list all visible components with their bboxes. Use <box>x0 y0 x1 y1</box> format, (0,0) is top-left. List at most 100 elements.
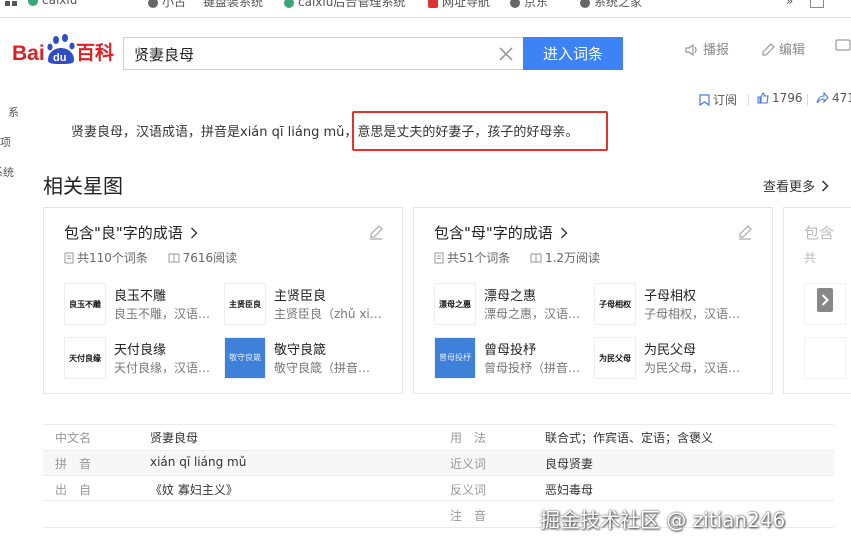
idiom-thumbnail: 主贤臣良 <box>224 283 266 325</box>
section-title: 相关星图 <box>43 174 123 198</box>
book-icon <box>530 253 542 263</box>
left-sidebar-clipped: 系 项 系统 <box>0 90 19 190</box>
card-meta: 共51个词条 1.2万阅读 <box>434 249 600 266</box>
bookmark-icon <box>699 94 710 107</box>
info-value: 贤妻良母 <box>150 431 199 445</box>
document-icon <box>64 252 74 264</box>
idiom-name[interactable]: 子母相权 <box>644 285 696 304</box>
view-more-link[interactable]: 查看更多 <box>763 176 829 195</box>
idiom-desc: 曾母投杼（拼音：zēng mǔ） <box>484 361 592 375</box>
card-meta: 共110个词条 7616阅读 <box>64 249 237 266</box>
idiom-name[interactable]: 良玉不雕 <box>114 285 166 304</box>
idiom-thumbnail: 子母相权 <box>594 283 636 325</box>
idiom-desc: 子母相权，汉语成语，拼音是 <box>644 307 752 321</box>
idiom-name[interactable]: 天付良缘 <box>114 339 166 358</box>
chevron-right-icon <box>190 227 198 239</box>
card-title[interactable]: 包含"母"字的成语 <box>434 222 568 243</box>
related-card[interactable]: 包含"良"字的成语 共110个词条 7616阅读 良玉不雕 良玉不雕 良玉不雕，… <box>43 207 403 394</box>
pencil-icon[interactable] <box>368 224 384 244</box>
speaker-icon <box>685 43 697 57</box>
idiom-desc: 天付良缘，汉语成语，拼音是 <box>114 361 222 375</box>
info-value[interactable]: 良母贤妻 <box>545 455 593 472</box>
idiom-item[interactable]: 良玉不雕 良玉不雕 良玉不雕，汉语成语，拼音是 <box>64 283 224 325</box>
info-label: 反义词 <box>450 483 487 497</box>
info-value[interactable]: 《妏 寡妇主义》 <box>150 481 238 498</box>
sidebar-text[interactable]: 系统 <box>0 158 14 188</box>
idiom-desc: 漂母之惠，汉语成语，拼音是 <box>484 307 592 321</box>
bookmark-item[interactable]: 网址导航 <box>428 0 490 10</box>
idiom-item[interactable]: 曾母投杼 曾母投杼 曾母投杼（拼音：zēng mǔ） <box>434 337 594 379</box>
idiom-item[interactable]: 为民父母 为民父母 为民父母，汉语成语，拼音是 <box>594 337 754 379</box>
bookmark-item[interactable]: caixiu后台管理系统 <box>284 0 405 10</box>
carousel-next-button[interactable] <box>817 288 833 312</box>
comment-icon[interactable] <box>835 39 851 54</box>
share-icon <box>816 91 829 104</box>
idiom-name[interactable]: 敬守良箴 <box>274 339 326 358</box>
subscribe-button[interactable]: 订阅 <box>699 91 737 108</box>
idiom-item[interactable]: 主贤臣良 主贤臣良 主贤臣良（zhǔ xián chén liáng） <box>224 283 384 325</box>
bookmark-item[interactable]: 小古 <box>148 0 186 10</box>
divider <box>43 424 834 425</box>
more-bookmarks-icon[interactable]: » <box>786 0 793 8</box>
info-label: 注 音 <box>450 509 487 523</box>
svg-text:百科: 百科 <box>76 41 114 64</box>
divider <box>43 450 834 451</box>
info-label: 用 法 <box>450 431 487 445</box>
folder-icon[interactable] <box>810 0 824 8</box>
idiom-item[interactable]: 子母相权 子母相权 子母相权，汉语成语，拼音是 <box>594 283 754 325</box>
svg-text:Bai: Bai <box>12 42 45 65</box>
related-card[interactable]: 包含"母"字的成语 共51个词条 1.2万阅读 漂母之惠 漂母之惠 漂母之惠，汉… <box>413 207 773 394</box>
watermark-text: 掘金技术社区 @ zitian246 <box>540 508 786 532</box>
baidu-baike-logo[interactable]: Bai du 百科 <box>12 32 122 66</box>
summary-text: 贤妻良母，汉语成语，拼音是xián qī liáng mǔ， <box>71 125 358 140</box>
pencil-icon[interactable] <box>737 224 753 244</box>
apps-icon[interactable] <box>4 0 18 10</box>
info-value[interactable]: 恶妇毒母 <box>545 481 593 498</box>
divider <box>43 500 834 501</box>
document-icon <box>434 252 444 264</box>
idiom-name[interactable]: 曾母投杼 <box>484 339 536 358</box>
idiom-item[interactable]: 天付良缘 天付良缘 天付良缘，汉语成语，拼音是 <box>64 337 224 379</box>
card-title[interactable]: 包含 <box>804 222 834 243</box>
idiom-name[interactable]: 为民父母 <box>644 339 696 358</box>
search-box <box>123 37 524 70</box>
share-button[interactable]: 471 <box>816 91 851 105</box>
idiom-thumbnail: 敬守良箴 <box>224 337 266 379</box>
idiom-desc: 为民父母，汉语成语，拼音是 <box>644 361 752 375</box>
like-button[interactable]: 1796 <box>757 91 803 105</box>
svg-text:du: du <box>53 52 66 64</box>
edit-entry-button[interactable]: 编辑 <box>760 39 805 58</box>
thumbs-up-icon <box>757 92 769 104</box>
idiom-item[interactable]: 漂母之惠 漂母之惠 漂母之惠，汉语成语，拼音是 <box>434 283 594 325</box>
bookmark-item[interactable]: 京东 <box>510 0 548 10</box>
idiom-desc: 敬守良箴（拼音：jìng shǒu） <box>274 361 382 375</box>
idiom-desc: 良玉不雕，汉语成语，拼音是 <box>114 307 222 321</box>
info-value: xián qī liáng mǔ <box>150 455 247 469</box>
idiom-item[interactable]: 敬守良箴 敬守良箴 敬守良箴（拼音：jìng shǒu） <box>224 337 384 379</box>
idiom-thumbnail: 为民父母 <box>594 337 636 379</box>
divider <box>807 94 808 106</box>
play-audio-button[interactable]: 播报 <box>684 39 729 58</box>
idiom-thumbnail: 曾母投杼 <box>434 337 476 379</box>
bookmark-item[interactable]: caixiu <box>28 0 77 7</box>
idiom-name[interactable]: 主贤臣良 <box>274 285 326 304</box>
sidebar-text[interactable]: 项 <box>0 128 11 158</box>
card-title[interactable]: 包含"良"字的成语 <box>64 222 198 243</box>
clear-icon[interactable] <box>496 44 516 64</box>
pencil-icon <box>762 43 775 56</box>
enter-entry-button[interactable]: 进入词条 <box>523 37 623 70</box>
idiom-thumbnail: 良玉不雕 <box>64 283 106 325</box>
chevron-right-icon <box>822 180 829 192</box>
book-icon <box>168 253 180 263</box>
bookmark-item[interactable]: 系统之家 <box>580 0 642 10</box>
sidebar-text[interactable]: 系 <box>8 98 19 128</box>
search-input[interactable] <box>134 44 494 64</box>
chevron-right-icon <box>560 227 568 239</box>
idiom-name[interactable]: 漂母之惠 <box>484 285 536 304</box>
info-value: 联合式；作宾语、定语；含褒义 <box>545 431 714 445</box>
info-label: 近义词 <box>450 457 487 471</box>
bookmark-item[interactable]: 键盘装系统 <box>203 0 263 10</box>
idiom-thumbnail: 天付良缘 <box>64 337 106 379</box>
bookmarks-bar: caixiu 小古 键盘装系统 caixiu后台管理系统 网址导航 京东 系统之… <box>0 0 851 18</box>
card-meta: 共 <box>804 251 817 265</box>
